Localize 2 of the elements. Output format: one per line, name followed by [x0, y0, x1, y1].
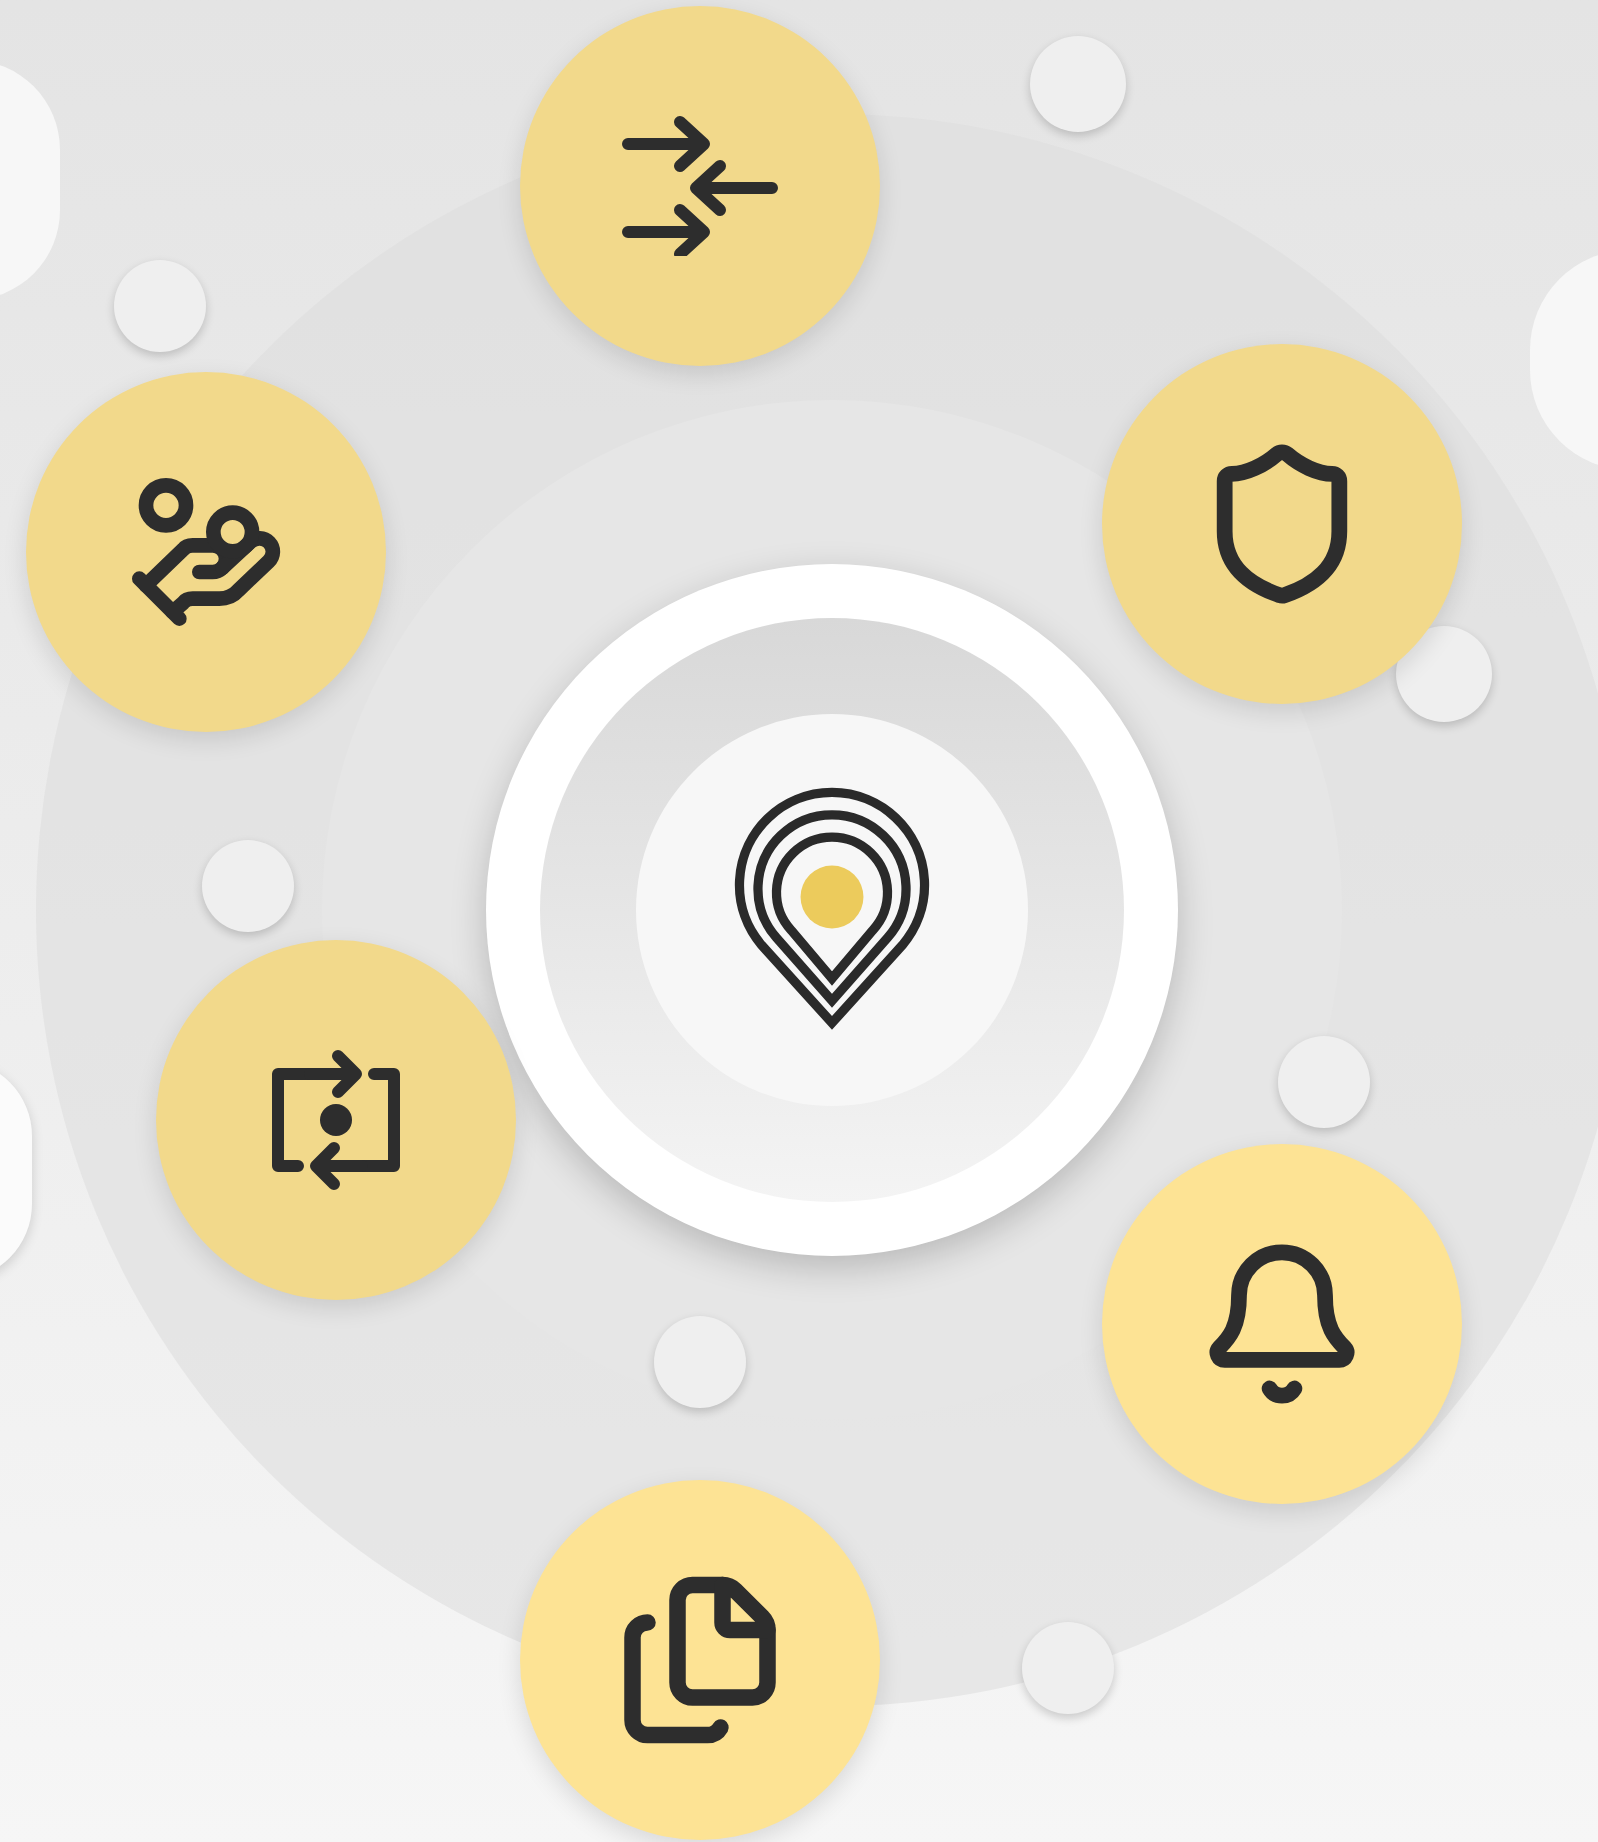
converging-arrows-icon [620, 116, 780, 256]
hand-coins-icon [126, 472, 286, 632]
